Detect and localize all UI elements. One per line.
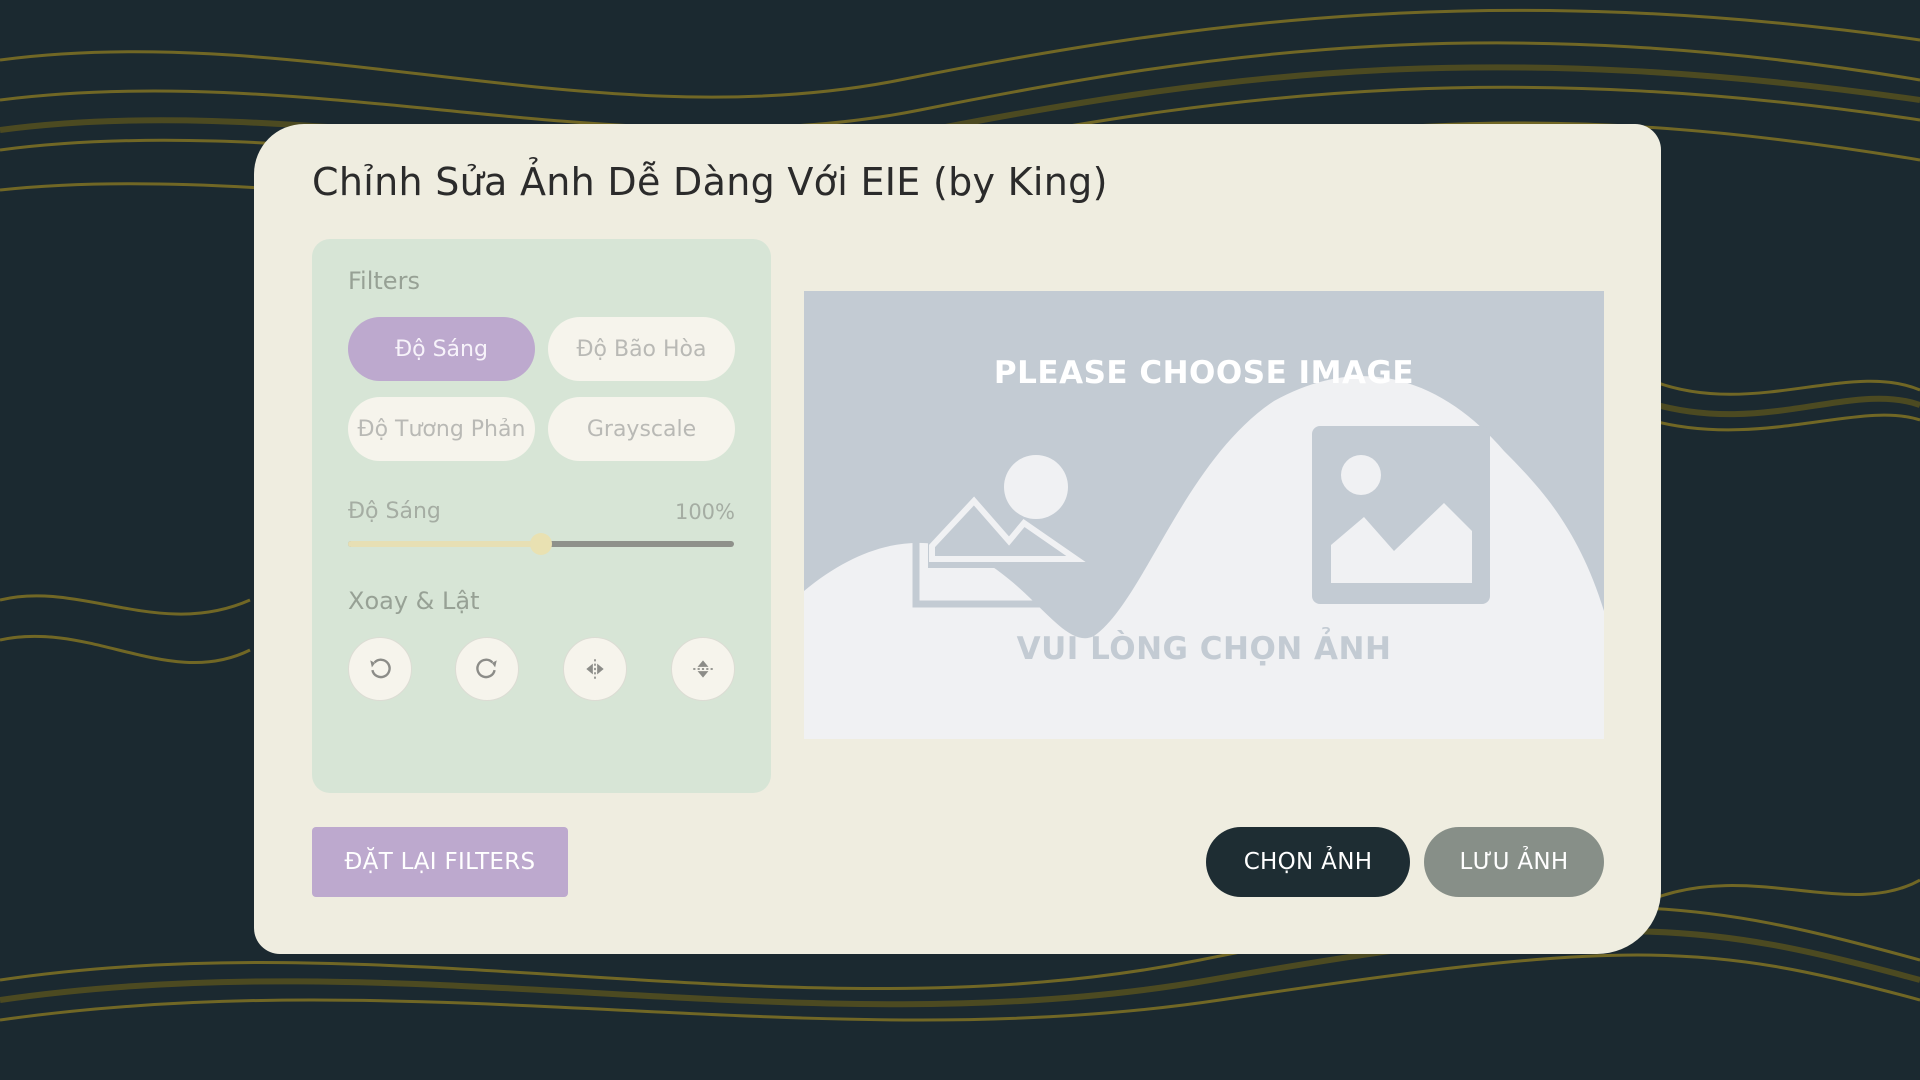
rotate-left-icon <box>370 658 391 679</box>
image-preview-placeholder[interactable]: PLEASE CHOOSE IMAGE VUI LÒNG CHỌN ẢNH <box>804 291 1604 739</box>
rotate-right-button[interactable] <box>455 637 519 701</box>
filters-label: Filters <box>348 267 420 295</box>
slider-name: Độ Sáng <box>348 499 441 524</box>
page-title: Chỉnh Sửa Ảnh Dễ Dàng Với EIE (by King) <box>312 160 1108 204</box>
slider-thumb[interactable] <box>530 533 552 555</box>
slider-fill <box>348 541 541 547</box>
rotate-right-icon <box>476 658 497 679</box>
filter-brightness-button[interactable]: Độ Sáng <box>348 317 535 381</box>
filter-saturation-button[interactable]: Độ Bão Hòa <box>548 317 735 381</box>
rotate-left-button[interactable] <box>348 637 412 701</box>
slider-value: 100% <box>674 500 735 524</box>
image-icon-secondary <box>1312 426 1490 604</box>
flip-vertical-button[interactable] <box>671 637 735 701</box>
controls-panel: Filters Độ Sáng Độ Bão Hòa Độ Tương Phản… <box>312 239 771 793</box>
editor-card: Chỉnh Sửa Ảnh Dễ Dàng Với EIE (by King) … <box>254 124 1661 954</box>
placeholder-subheading: VUI LÒNG CHỌN ẢNH <box>1016 631 1392 667</box>
rotate-flip-label: Xoay & Lật <box>348 587 480 615</box>
flip-horizontal-button[interactable] <box>563 637 627 701</box>
flip-horizontal-icon <box>586 659 604 679</box>
choose-image-button[interactable]: CHỌN ẢNH <box>1206 827 1410 897</box>
placeholder-heading: PLEASE CHOOSE IMAGE <box>993 355 1415 391</box>
flip-vertical-icon <box>693 660 713 678</box>
filter-contrast-button[interactable]: Độ Tương Phản <box>348 397 535 461</box>
filter-grayscale-button[interactable]: Grayscale <box>548 397 735 461</box>
reset-filters-button[interactable]: ĐẶT LẠI FILTERS <box>312 827 568 897</box>
brightness-slider[interactable] <box>348 533 734 555</box>
save-image-button[interactable]: LƯU ẢNH <box>1424 827 1604 897</box>
